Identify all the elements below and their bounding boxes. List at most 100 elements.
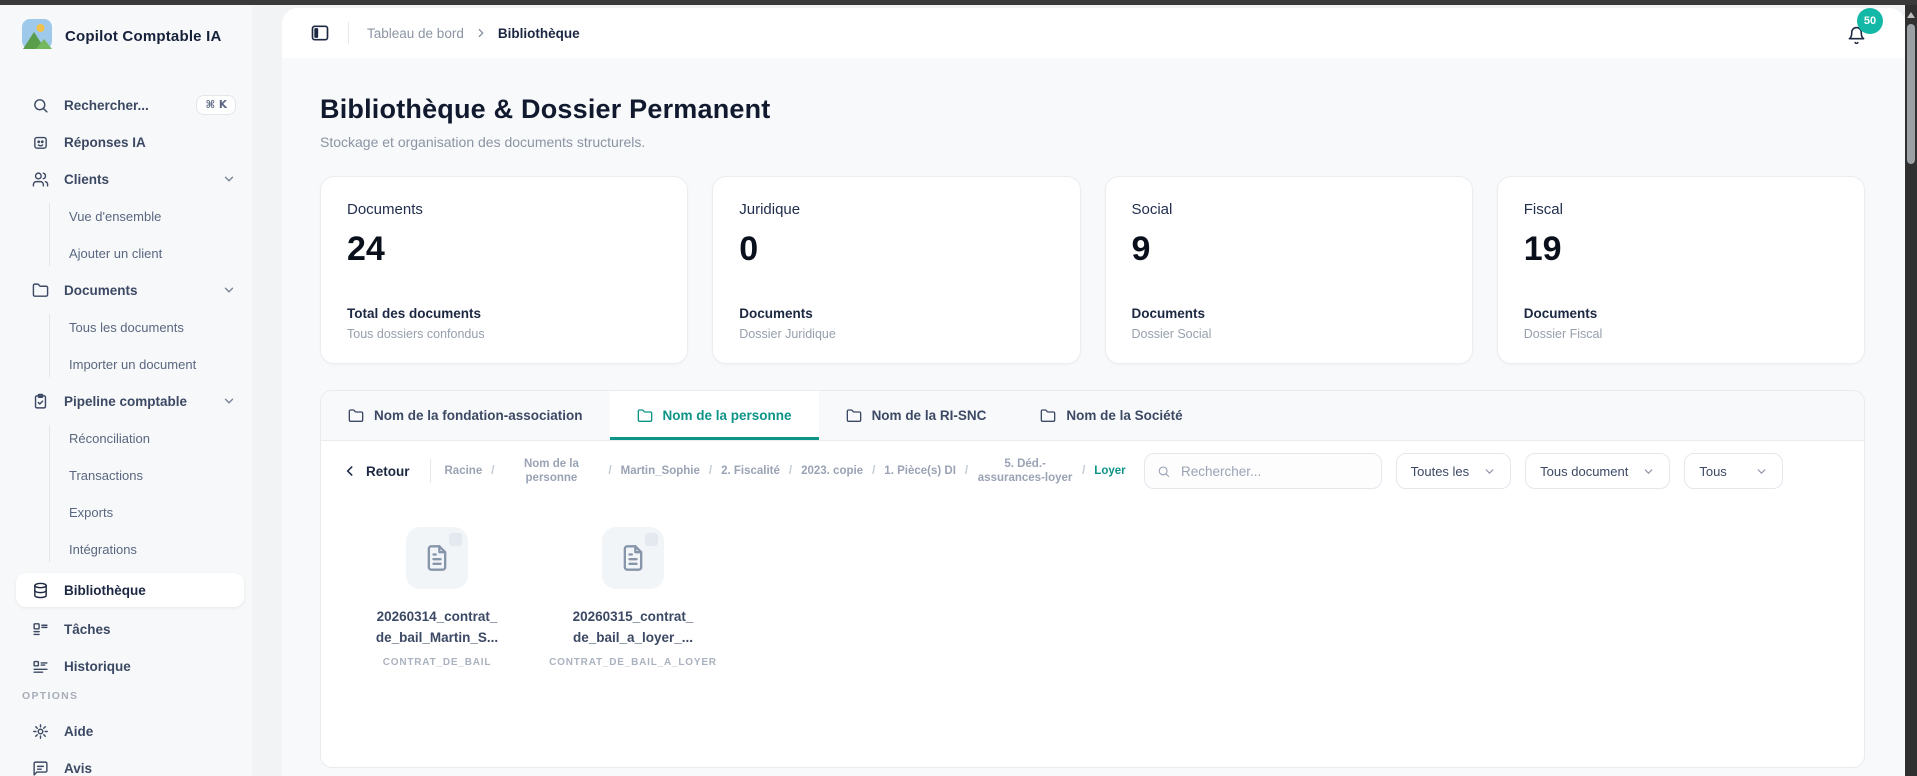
path-segment-racine[interactable]: Racine (445, 464, 483, 478)
app-logo-icon (22, 19, 52, 54)
path-separator: / (708, 465, 713, 477)
sidebar-search-label: Rechercher... (64, 97, 149, 113)
sidebar-item-label: Aide (64, 723, 94, 739)
users-icon (32, 171, 49, 187)
sidebar-item-importer-document[interactable]: Importer un document (50, 351, 252, 377)
stat-label: Total des documents (347, 306, 482, 321)
tab-personne[interactable]: Nom de la personne (609, 391, 819, 440)
stat-card-social: Social 9 Documents Dossier Social (1104, 176, 1473, 364)
chevron-down-icon (1757, 468, 1766, 474)
os-scrollbar[interactable] (1905, 5, 1917, 776)
stat-title: Juridique (739, 201, 801, 218)
path-segment-martin-sophie[interactable]: Martin_Sophie (621, 464, 700, 478)
back-button[interactable]: Retour (337, 464, 416, 479)
sidebar-item-label: Pipeline comptable (64, 393, 188, 409)
tab-fondation-association[interactable]: Nom de la fondation-association (321, 391, 610, 440)
folder-icon (637, 408, 652, 422)
file-item[interactable]: 20260315_contrat_ de_bail_a_loyer_... CO… (549, 527, 716, 668)
file-tile-corner (449, 533, 462, 546)
stat-cards-row: Documents 24 Total des documents Tous do… (320, 176, 1865, 364)
chevron-down-icon (222, 283, 236, 297)
folder-icon (1040, 408, 1056, 422)
browser-chrome-strip (0, 0, 1917, 5)
sidebar-item-historique[interactable]: Historique (0, 653, 252, 679)
file-text-icon (623, 545, 643, 571)
sidebar-item-bibliotheque[interactable]: Bibliothèque (16, 573, 244, 607)
sidebar-search[interactable]: Rechercher... ⌘ K (0, 92, 252, 118)
file-item[interactable]: 20260314_contrat_ de_bail_Martin_S... CO… (361, 527, 513, 668)
filter-label: Tous (1699, 463, 1727, 479)
sidebar-item-transactions[interactable]: Transactions (50, 462, 252, 488)
tab-societe[interactable]: Nom de la Société (1013, 391, 1209, 440)
sidebar-item-taches[interactable]: Tâches (0, 616, 252, 642)
filter-dropdown-document-type[interactable]: Tous document (1525, 453, 1671, 489)
path-separator: / (872, 465, 876, 477)
stat-title: Documents (347, 201, 423, 218)
sidebar-item-vue-densemble[interactable]: Vue d'ensemble (50, 203, 252, 229)
app-logo-row: Copilot Comptable IA (0, 19, 252, 54)
divider (348, 22, 349, 44)
sidebar-item-reponses-ia[interactable]: Réponses IA (0, 129, 252, 155)
file-grid: 20260314_contrat_ de_bail_Martin_S... CO… (321, 499, 1864, 668)
sidebar-item-exports[interactable]: Exports (50, 499, 252, 525)
path-segment-personne[interactable]: Nom de la personne (503, 457, 599, 486)
filter-dropdown-all[interactable]: Tous (1684, 453, 1783, 489)
file-tile-corner (645, 533, 658, 546)
chevron-down-icon (1485, 468, 1494, 474)
path-segment-2023-copie[interactable]: 2023. copie (801, 464, 863, 478)
stat-value: 24 (347, 230, 385, 268)
path-segment-ded-assurances-loyer[interactable]: 5. Déd.-assurances-loyer (977, 457, 1073, 486)
file-type-tag: CONTRAT_DE_BAIL_A_LOYER (549, 656, 717, 668)
bot-icon (34, 136, 47, 149)
sidebar-subgroup-documents: Tous les documents Importer un document (49, 314, 252, 377)
chevron-down-icon (222, 394, 236, 408)
sidebar-item-pipeline-comptable[interactable]: Pipeline comptable (0, 388, 252, 414)
filter-dropdown-categories[interactable]: Toutes les (1395, 453, 1512, 489)
library-browser-panel: Nom de la fondation-association Nom de l… (320, 390, 1865, 768)
sidebar-item-documents[interactable]: Documents (0, 277, 252, 303)
stat-title: Fiscal (1523, 201, 1563, 218)
tab-label: Nom de la Société (1066, 408, 1183, 423)
scroll-up-arrow-icon[interactable] (1907, 12, 1915, 18)
file-tile (406, 527, 468, 589)
breadcrumb-parent[interactable]: Tableau de bord (367, 26, 464, 41)
sidebar-item-avis[interactable]: Avis (0, 755, 252, 776)
path-segment-pieces-di[interactable]: 1. Pièce(s) DI (884, 464, 956, 478)
path-segment-current-loyer: Loyer (1094, 464, 1126, 477)
file-search-input[interactable] (1179, 462, 1369, 480)
sidebar-item-label: Avis (64, 760, 93, 776)
scrollbar-thumb[interactable] (1907, 24, 1915, 164)
stat-card-documents: Documents 24 Total des documents Tous do… (320, 176, 689, 364)
sidebar-item-label: Tâches (64, 621, 111, 637)
chevron-down-icon (222, 172, 236, 186)
sidebar-item-aide[interactable]: Aide (0, 718, 252, 744)
sidebar-toggle-button[interactable] (310, 23, 330, 43)
sidebar-item-clients[interactable]: Clients (0, 166, 252, 192)
sidebar-item-label: Historique (64, 658, 131, 674)
tab-ri-snc[interactable]: Nom de la RI-SNC (819, 391, 1014, 440)
chevron-down-icon (1644, 468, 1653, 474)
stat-label: Documents (1523, 306, 1598, 321)
file-name: 20260314_contrat_ de_bail_Martin_S... (375, 609, 499, 645)
path-separator: / (608, 465, 612, 477)
sidebar-item-integrations[interactable]: Intégrations (50, 536, 252, 562)
notifications-button[interactable]: 50 (1845, 8, 1883, 50)
sidebar-item-reconciliation[interactable]: Réconciliation (50, 425, 252, 451)
chevron-right-icon (474, 26, 488, 40)
sidebar-item-ajouter-client[interactable]: Ajouter un client (50, 240, 252, 266)
layout-list-icon (33, 622, 48, 635)
sidebar: Copilot Comptable IA Rechercher... ⌘ K R… (0, 5, 252, 776)
main-panel: Tableau de bord Bibliothèque 50 Biblioth… (282, 8, 1905, 776)
folder-icon (32, 282, 49, 297)
stat-sublabel: Dossier Social (1131, 327, 1212, 341)
sidebar-item-tous-les-documents[interactable]: Tous les documents (50, 314, 252, 340)
history-list-icon (33, 660, 48, 673)
file-search-box (1143, 453, 1382, 489)
file-name: 20260315_contrat_ de_bail_a_loyer_... (572, 609, 694, 645)
path-segment-fiscalite[interactable]: 2. Fiscalité (721, 464, 780, 478)
sidebar-subgroup-clients: Vue d'ensemble Ajouter un client (49, 203, 252, 266)
page-content: Bibliothèque & Dossier Permanent Stockag… (282, 58, 1905, 776)
app-window: Copilot Comptable IA Rechercher... ⌘ K R… (0, 0, 1917, 776)
stat-value: 9 (1131, 230, 1151, 268)
folder-icon (846, 408, 861, 422)
